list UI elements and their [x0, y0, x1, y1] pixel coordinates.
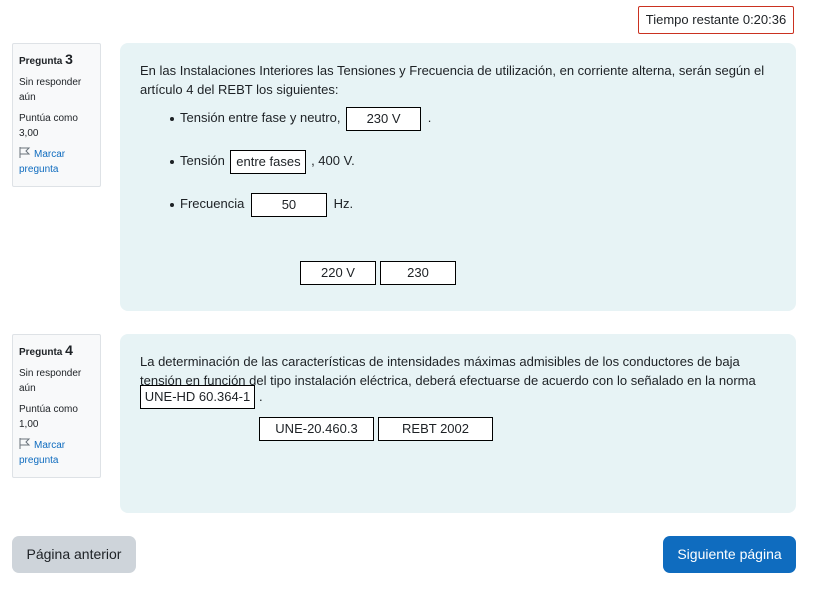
time-remaining-display: Tiempo restante 0:20:36	[638, 6, 794, 34]
blank-after-text: , 400 V.	[311, 153, 355, 168]
blank-after-text: Hz.	[333, 196, 354, 211]
drop-zone-1[interactable]: 230 V	[346, 106, 422, 131]
blank-before-text: Frecuencia	[180, 196, 245, 211]
question-label: Pregunta	[19, 56, 63, 67]
bullet-dot	[170, 202, 174, 207]
draggable-choice-220v[interactable]: 220 V	[300, 261, 376, 285]
draggable-choice-230[interactable]: 230	[380, 261, 456, 285]
bullet-dot	[170, 116, 174, 121]
blank-before-text: Tensión	[180, 153, 225, 168]
previous-page-button[interactable]: Página anterior	[12, 536, 136, 573]
flag-icon	[19, 147, 31, 158]
question-grade: Puntúa como 3,00	[19, 113, 78, 139]
blank-before-text: Tensión entre fase y neutro,	[180, 110, 341, 125]
question-state: Sin responder aún	[19, 77, 82, 103]
blank-after-text: .	[259, 389, 263, 404]
drop-zone-2[interactable]: entre fases	[230, 149, 307, 174]
bullet-dot	[170, 159, 174, 164]
flag-question-link[interactable]: Marcar pregunta	[19, 438, 94, 468]
question-label: Pregunta	[19, 347, 63, 358]
question-info-3: Pregunta 3 Sin responder aún Puntúa como…	[12, 43, 101, 187]
blank-line-1: Tensión entre fase y neutro, 230 V .	[168, 106, 431, 131]
flag-question-link[interactable]: Marcar pregunta	[19, 147, 94, 177]
question-content-3: En las Instalaciones Interiores las Tens…	[120, 43, 796, 311]
question-info-4: Pregunta 4 Sin responder aún Puntúa como…	[12, 334, 101, 478]
question-number: Pregunta 3	[19, 52, 94, 69]
question-state: Sin responder aún	[19, 368, 82, 394]
blank-after-text: .	[427, 110, 432, 125]
next-page-button[interactable]: Siguiente página	[663, 536, 796, 573]
question-grade: Puntúa como 1,00	[19, 404, 78, 430]
flag-icon	[19, 438, 31, 449]
drop-zone-norma[interactable]: UNE-HD 60.364-1	[140, 385, 255, 409]
question-number-value: 3	[65, 51, 73, 67]
question-number: Pregunta 4	[19, 343, 94, 360]
draggable-choice-rebt-2002[interactable]: REBT 2002	[378, 417, 493, 441]
drop-zone-3[interactable]: 50	[250, 192, 327, 217]
blank-line-3: Frecuencia 50 Hz.	[168, 192, 353, 217]
draggable-choice-une-20-460-3[interactable]: UNE-20.460.3	[259, 417, 374, 441]
blank-line-2: Tensión entre fases , 400 V.	[168, 149, 355, 174]
question-text: En las Instalaciones Interiores las Tens…	[140, 63, 765, 97]
question-number-value: 4	[65, 342, 73, 358]
